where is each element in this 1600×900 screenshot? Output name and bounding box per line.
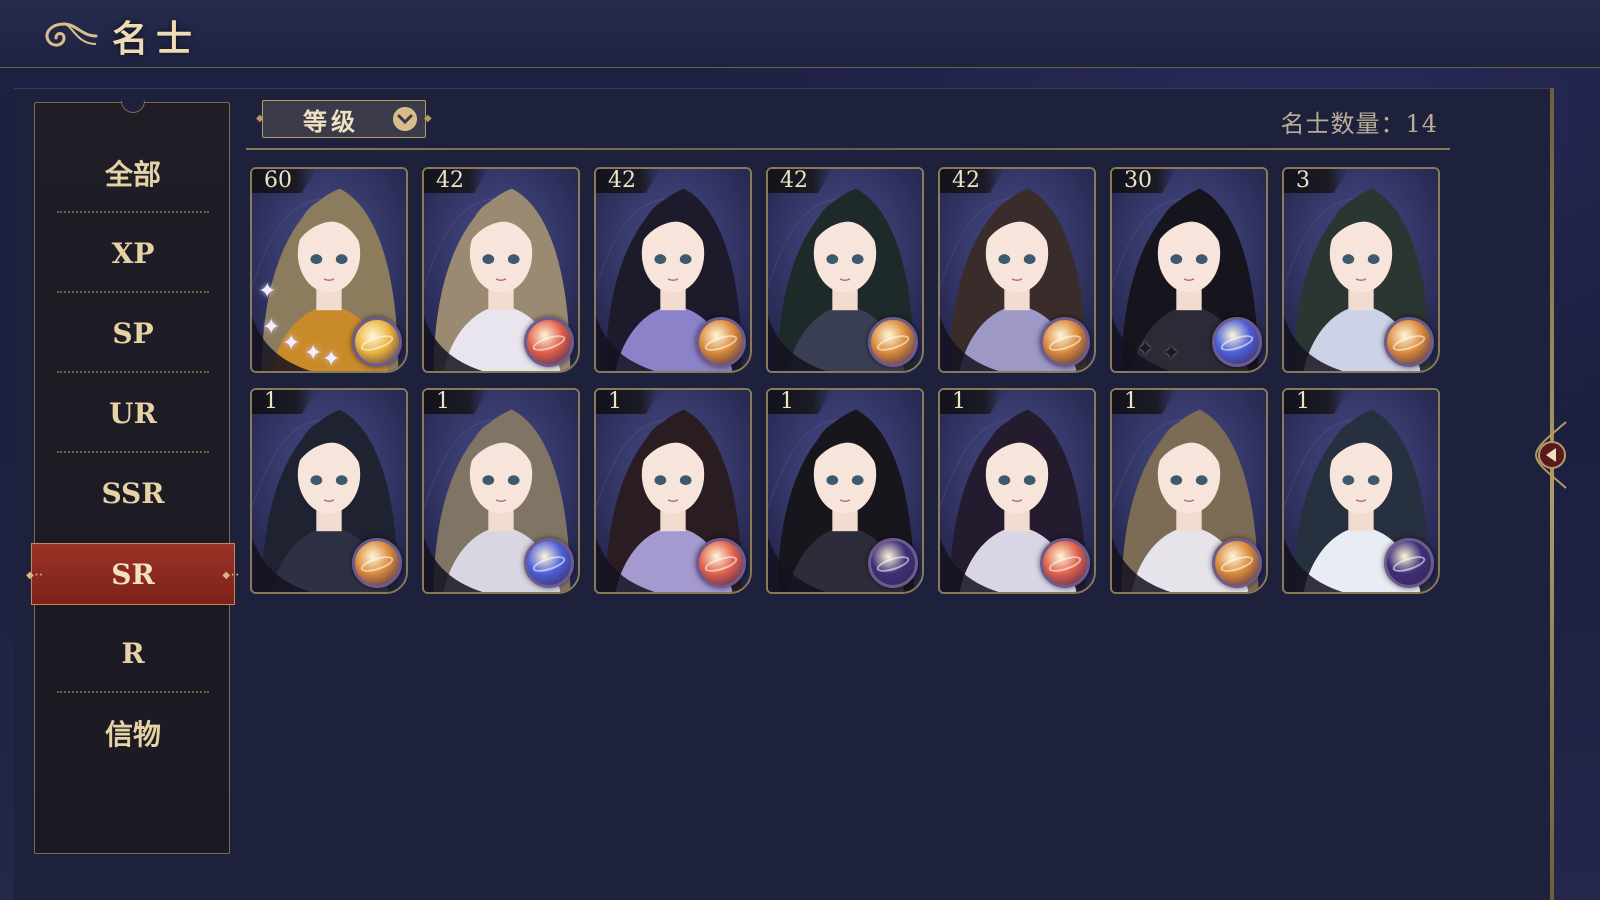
back-swirl-icon[interactable] — [36, 16, 100, 56]
star-sparkle-icon: ✦ — [258, 279, 277, 304]
character-card[interactable]: 60 ✦ ✦ ✦ ✦ ✦ — [250, 167, 408, 373]
level-number: 42 — [952, 168, 980, 193]
character-card[interactable]: 1 — [1282, 388, 1440, 594]
level-number: 1 — [780, 389, 794, 414]
character-card[interactable]: 30 ✦ ✦ — [1110, 167, 1268, 373]
sidebar-item-label: SR — [111, 557, 155, 591]
character-card[interactable]: 1 — [766, 388, 924, 594]
character-card[interactable]: 42 — [594, 167, 752, 373]
sidebar-notch — [121, 101, 145, 113]
filter-deco-right: ◆ — [424, 113, 432, 124]
active-tab-ornament: ◆·· — [222, 570, 240, 581]
character-card[interactable]: 42 — [938, 167, 1096, 373]
sidebar-item-信物[interactable]: 信物 — [35, 693, 231, 773]
star-sparkle-icon: ✦ — [322, 347, 341, 372]
level-number: 1 — [436, 389, 450, 414]
level-number: 60 — [264, 168, 292, 193]
divider-line — [246, 148, 1450, 150]
sidebar-item-sr[interactable]: SR ◆·· ◆·· — [26, 543, 239, 605]
level-number: 3 — [1296, 168, 1310, 193]
active-tab-ornament: ◆·· — [26, 570, 44, 581]
star-sparkle-icon: ✦ — [304, 341, 323, 366]
character-card[interactable]: 1 — [250, 388, 408, 594]
level-number: 42 — [608, 168, 636, 193]
character-card[interactable]: 42 — [422, 167, 580, 373]
sidebar-item-label: 全部 — [104, 158, 161, 191]
level-number: 1 — [1296, 389, 1310, 414]
sidebar-item-label: SP — [112, 316, 154, 350]
character-card[interactable]: 1 — [938, 388, 1096, 594]
star-sparkle-icon: ✦ — [282, 331, 301, 356]
character-card[interactable]: 1 — [422, 388, 580, 594]
sidebar-item-label: XP — [111, 236, 155, 270]
sidebar-item-r[interactable]: R — [35, 613, 231, 693]
character-card[interactable]: 3 — [1282, 167, 1440, 373]
sort-dropdown[interactable]: 等级 — [262, 100, 426, 138]
star-sparkle-icon: ✦ — [262, 315, 281, 340]
character-count: 名士数量：14 — [1280, 110, 1438, 138]
star-sparkle-icon: ✦ — [1162, 341, 1181, 366]
panel-edge-decoration — [1550, 88, 1554, 900]
character-card[interactable]: 1 — [1110, 388, 1268, 594]
level-number: 1 — [952, 389, 966, 414]
page-title: 名士 — [112, 18, 201, 60]
sort-dropdown-label: 等级 — [303, 106, 359, 136]
level-number: 42 — [436, 168, 464, 193]
sidebar-item-ur[interactable]: UR — [35, 373, 231, 453]
sidebar-item-label: 信物 — [104, 718, 161, 751]
character-card[interactable]: 42 — [766, 167, 924, 373]
sidebar-item-label: UR — [109, 396, 157, 430]
level-number: 30 — [1124, 168, 1152, 193]
header-bar: 名士 — [0, 0, 1600, 68]
sidebar-item-ssr[interactable]: SSR — [35, 453, 231, 533]
character-card[interactable]: 1 — [594, 388, 752, 594]
sidebar-item-sp[interactable]: SP — [35, 293, 231, 373]
sidebar-item-label: R — [121, 636, 145, 670]
collapse-arrow-icon[interactable] — [1532, 420, 1568, 490]
game-screen: 名士 全部 XP SP UR SSR SR ◆·· ◆·· R 信物 ◆ 等级 ◆ 名士数量：14 — [0, 0, 1600, 900]
level-number: 1 — [608, 389, 622, 414]
level-number: 1 — [264, 389, 278, 414]
level-number: 42 — [780, 168, 808, 193]
chevron-down-icon — [393, 107, 417, 131]
sidebar-item-label: SSR — [101, 476, 165, 510]
level-number: 1 — [1124, 389, 1138, 414]
rarity-sidebar: 全部 XP SP UR SSR SR ◆·· ◆·· R 信物 — [26, 101, 239, 854]
star-sparkle-icon: ✦ — [1136, 337, 1155, 362]
sidebar-item-全部[interactable]: 全部 — [35, 133, 231, 213]
sidebar-item-xp[interactable]: XP — [35, 213, 231, 293]
